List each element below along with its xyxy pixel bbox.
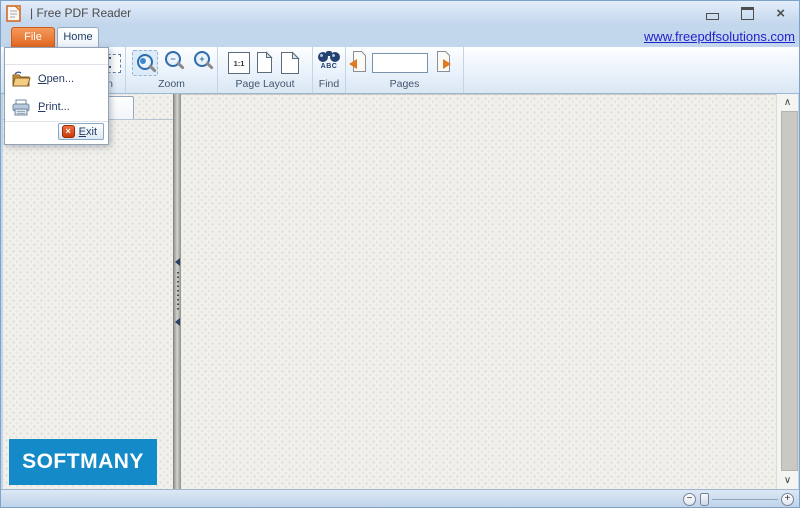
menu-item-print[interactable]: Print... [5,93,108,121]
status-bar: − + [1,489,799,507]
zoom-out-slider-button[interactable]: − [683,493,696,506]
zoom-out-button[interactable]: − [163,50,187,74]
file-menu-header [5,48,108,64]
app-window: | Free PDF Reader × File Home www.freepd… [0,0,800,508]
menu-label-print: Print... [38,101,70,113]
actual-size-button[interactable]: 1:1 [228,50,250,74]
group-label-page-layout: Page Layout [218,78,312,90]
group-label-pages: Pages [346,78,463,90]
tab-file[interactable]: File [11,27,55,47]
group-label-find: Find [313,78,345,90]
thumbnails-panel: Thumbnails SOFTMANY [3,94,173,489]
zoom-in-button[interactable]: + [192,50,216,74]
ribbon-group-zoom: − + Zoom [126,47,218,93]
binoculars-icon: ABC [316,51,342,77]
page-number-input[interactable] [372,53,428,73]
group-label-zoom: Zoom [126,78,217,90]
exit-icon: × [62,125,75,138]
single-page-button[interactable] [255,50,274,74]
ribbon-group-page-layout: 1:1 Page Layout [218,47,313,93]
exit-button[interactable]: × Exit [58,123,104,140]
zoom-region-button[interactable] [132,50,158,76]
vertical-scrollbar[interactable]: ∧ ∨ [776,94,798,489]
next-page-button[interactable] [433,50,451,74]
menu-item-open[interactable]: Open... [5,65,108,93]
panel-splitter[interactable] [173,94,181,489]
zoom-slider-control: − + [683,491,794,507]
zoom-in-slider-button[interactable]: + [781,493,794,506]
zoom-in-icon: + [192,50,216,74]
one-to-one-icon: 1:1 [228,52,250,74]
fit-page-button[interactable] [279,50,301,75]
ribbon-group-pages: Pages [346,47,464,93]
menu-label-exit: Exit [79,126,97,138]
zoom-out-icon: − [163,50,187,74]
zoom-region-icon [132,50,158,76]
open-folder-icon [11,71,31,87]
menu-exit-row: × Exit [5,122,108,144]
minimize-icon[interactable] [706,13,719,20]
app-icon [6,5,23,22]
close-icon[interactable]: × [776,6,785,21]
scrollbar-thumb[interactable] [781,111,798,471]
website-link[interactable]: www.freepdfsolutions.com [644,29,795,44]
zoom-slider-handle[interactable] [700,493,709,506]
softmany-logo: SOFTMANY [9,439,157,485]
window-controls: × [706,1,785,25]
window-title: | Free PDF Reader [30,6,131,20]
menu-label-open: Open... [38,73,74,85]
fit-page-icon [279,51,301,75]
collapse-left-icon[interactable] [175,258,180,266]
workspace: Thumbnails SOFTMANY ∧ ∨ [3,94,798,489]
find-button[interactable]: ABC [316,50,342,77]
ribbon-tab-row: File Home www.freepdfsolutions.com [1,25,799,47]
previous-page-button[interactable] [349,50,367,74]
document-area[interactable] [181,94,776,489]
next-page-icon [433,50,451,74]
scroll-down-icon[interactable]: ∨ [777,472,798,489]
scroll-up-icon[interactable]: ∧ [777,94,798,111]
single-page-icon [255,51,274,74]
tab-home[interactable]: Home [57,27,99,47]
maximize-icon[interactable] [741,7,754,20]
title-bar: | Free PDF Reader × [1,1,799,25]
ribbon-group-find: ABC Find [313,47,346,93]
splitter-grip[interactable] [177,272,179,312]
ribbon: Selection − + [1,47,799,94]
file-menu: Open... Print... × Exit [4,47,109,145]
previous-page-icon [349,50,367,74]
collapse-left-icon[interactable] [175,318,180,326]
zoom-slider-track[interactable] [712,499,778,500]
printer-icon [11,99,31,116]
